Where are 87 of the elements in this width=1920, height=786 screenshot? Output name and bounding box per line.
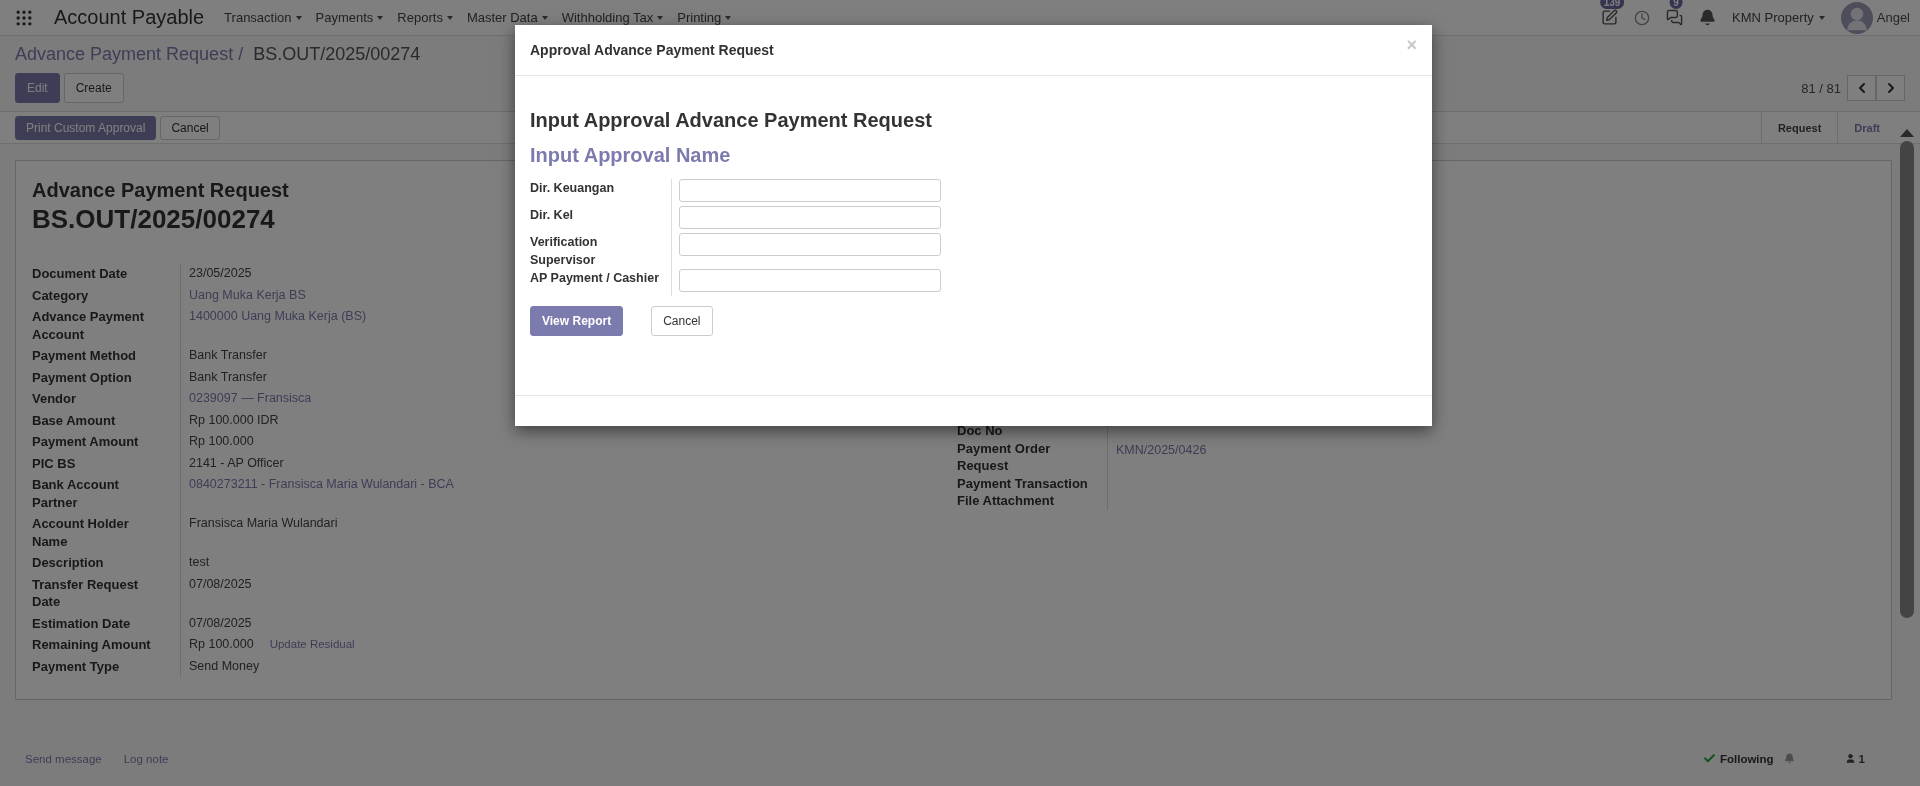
menu-item[interactable]: Master Data — [466, 10, 548, 25]
field-label: Category — [32, 286, 90, 305]
field-value: 2141 - AP Officer — [189, 454, 284, 472]
activity-icon[interactable] — [1601, 9, 1619, 26]
field-link[interactable]: 1400000 Uang Muka Kerja (BS) — [189, 308, 367, 326]
field-label: Account Holder Name — [32, 515, 130, 551]
field-link[interactable]: 0840273211 - Fransisca Maria Wulandari - BCA — [189, 476, 454, 494]
field-label: Bank Account Partner — [32, 476, 120, 512]
field-label: Advance Payment Account — [32, 308, 145, 344]
field-link[interactable]: Uang Muka Kerja BS — [189, 286, 306, 304]
user-name[interactable]: Angel — [1876, 10, 1910, 25]
field-label: Estimation Date — [32, 614, 132, 633]
create-button[interactable]: Create — [63, 73, 124, 103]
approval-label: Dir. Kel — [530, 207, 575, 224]
document-number: BS.OUT/2025/00274 — [32, 204, 275, 235]
menu-item[interactable]: Printing — [677, 10, 732, 25]
input-field[interactable] — [679, 269, 941, 292]
input-field[interactable] — [679, 179, 941, 202]
field-value: Send Money — [189, 657, 260, 675]
field-label: PIC BS — [32, 454, 77, 473]
breadcrumb-current: BS.OUT/2025/00274 — [253, 44, 421, 65]
menu-item[interactable]: Transaction — [224, 10, 302, 25]
field-label: Document Date — [32, 265, 129, 283]
field-label: Description — [32, 554, 105, 572]
field-value: Rp 100.000 — [189, 636, 254, 653]
field-value: Rp 100.000 IDR — [189, 411, 279, 429]
approval-label: Verification Supervisor — [530, 234, 599, 269]
update-residual-link[interactable]: Update Residual — [269, 636, 355, 654]
notification-icon[interactable] — [1699, 9, 1717, 26]
user-avatar[interactable] — [1840, 1, 1873, 34]
input-field[interactable] — [679, 233, 941, 256]
stage-step[interactable]: Request — [1760, 112, 1838, 143]
field-value: Bank Transfer — [189, 347, 267, 364]
dialog-title: Approval Advance Payment Request — [530, 42, 774, 58]
stage-step[interactable]: Draft — [1837, 112, 1896, 143]
field-label: Doc No — [957, 422, 1004, 440]
field-value: 07/08/2025 — [189, 575, 252, 593]
next-button[interactable] — [1876, 75, 1905, 101]
dialog-subheading: Input Approval Name — [530, 144, 732, 167]
bell-icon[interactable] — [1783, 753, 1795, 764]
approval-label: Dir. Keuangan — [530, 180, 616, 197]
field-label: Base Amount — [32, 411, 117, 430]
person-icon — [1844, 753, 1856, 764]
field-value: 07/08/2025 — [189, 614, 252, 632]
field-label: Payment Type — [32, 657, 121, 676]
approval-label: AP Payment / Cashier — [530, 270, 660, 287]
send-message-link[interactable]: Send message — [25, 752, 102, 765]
field-label: Remaining Amount — [32, 636, 152, 654]
field-value: test — [189, 554, 210, 571]
input-field[interactable] — [679, 206, 941, 229]
following-button[interactable]: Following — [1702, 752, 1774, 765]
followers-button[interactable]: 1 — [1844, 752, 1865, 765]
field-value: 23/05/2025 — [189, 265, 252, 282]
field-label: Transfer Request Date — [32, 575, 140, 611]
scrollbar-thumb[interactable] — [1900, 141, 1914, 618]
field-label: Payment Order Request — [957, 439, 1052, 475]
field-value: Rp 100.000 — [189, 433, 254, 450]
field-label: Payment Amount — [32, 433, 140, 451]
field-label: Vendor — [32, 390, 78, 408]
company-switcher[interactable]: KMN Property — [1732, 10, 1825, 25]
messages-icon[interactable] — [1666, 9, 1684, 26]
field-label: File Attachment — [957, 492, 1056, 510]
field-link[interactable]: 0239097 — Fransisca — [189, 390, 312, 408]
field-value: Bank Transfer — [189, 368, 267, 386]
field-value: Fransisca Maria Wulandari — [189, 515, 338, 532]
log-note-link[interactable]: Log note — [123, 752, 169, 765]
previous-button[interactable] — [1847, 75, 1876, 101]
menu-item[interactable]: Withholding Tax — [561, 10, 664, 25]
field-label: Payment Transaction — [957, 474, 1089, 492]
edit-button[interactable]: Edit — [15, 73, 60, 103]
view-report-button[interactable]: View Report — [530, 306, 624, 336]
field-label: Payment Option — [32, 368, 133, 387]
breadcrumb-link[interactable]: Advance Payment Request / — [15, 44, 244, 65]
dialog-heading: Input Approval Advance Payment Request — [530, 109, 933, 132]
check-icon — [1702, 752, 1716, 765]
cancel-button[interactable]: Cancel — [651, 306, 713, 336]
pager-counter: 81 / 81 — [1801, 80, 1841, 96]
clock-icon[interactable] — [1634, 9, 1651, 26]
cancel-button[interactable]: Cancel — [160, 115, 220, 140]
scroll-up-icon[interactable] — [1900, 128, 1914, 137]
print-approval-button[interactable]: Print Custom Approval — [15, 115, 157, 140]
menu-item[interactable]: Payments — [315, 10, 384, 25]
field-link[interactable]: KMN/2025/0426 — [1116, 441, 1207, 459]
app-title: Account Payable — [54, 6, 205, 29]
field-label: Payment Method — [32, 347, 137, 365]
menu-item[interactable]: Reports — [397, 10, 453, 25]
form-title: Advance Payment Request — [32, 179, 289, 202]
